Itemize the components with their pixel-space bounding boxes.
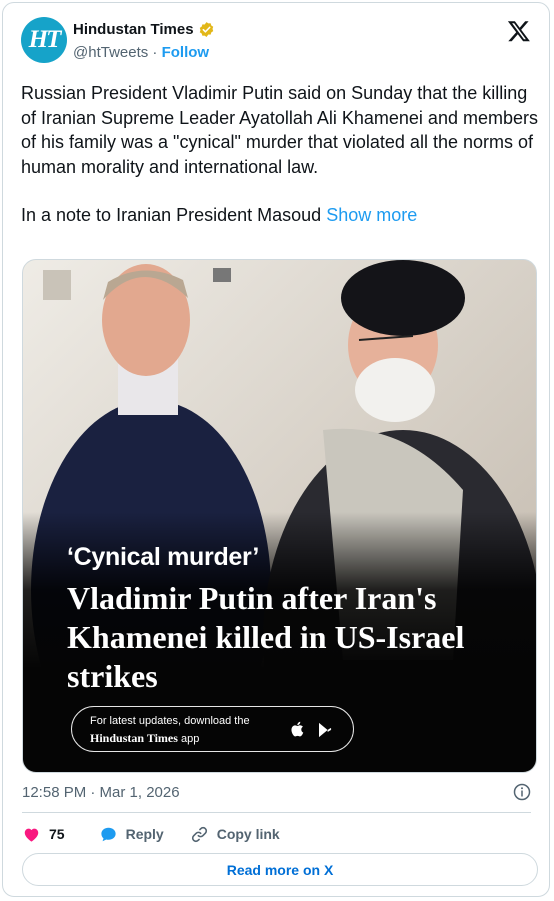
tweet-timestamp[interactable]: 12:58 PM · Mar 1, 2026 (22, 784, 180, 801)
like-button[interactable]: 75 (22, 825, 65, 844)
reply-button[interactable]: Reply (99, 825, 164, 844)
avatar-text: HT (28, 26, 62, 53)
like-count: 75 (49, 826, 65, 842)
divider (22, 812, 531, 813)
handle-row: @htTweets · Follow (73, 44, 209, 61)
show-more-link[interactable]: Show more (326, 205, 417, 225)
tweet-text: Russian President Vladimir Putin said on… (21, 81, 541, 228)
reply-label: Reply (125, 826, 164, 842)
media-kicker: ‘Cynical murder’ (67, 543, 260, 571)
read-more-button[interactable]: Read more on X (22, 853, 538, 886)
app-download-banner[interactable]: For latest updates, download the Hindust… (71, 706, 354, 752)
verified-badge-icon (199, 22, 213, 37)
tweet-paragraph: In a note to Iranian President Masoud Sh… (21, 203, 541, 228)
apple-icon[interactable] (289, 719, 307, 739)
separator: · (148, 44, 162, 61)
copy-link-button[interactable]: Copy link (190, 825, 280, 844)
promo-line-2: Hindustan Times app (90, 731, 199, 746)
tweet-media-image[interactable]: ‘Cynical murder’ Vladimir Putin after Ir… (22, 259, 537, 773)
handle[interactable]: @htTweets (73, 44, 148, 61)
copy-link-label: Copy link (216, 826, 280, 842)
info-icon[interactable] (513, 783, 531, 801)
promo-line: For latest updates, download the (90, 715, 250, 727)
speech-bubble-icon (100, 827, 116, 841)
promo-suffix: app (177, 733, 200, 745)
link-icon (191, 826, 207, 842)
heart-icon (24, 828, 39, 842)
media-headline: Vladimir Putin after Iran's Khamenei kil… (67, 580, 465, 694)
tweet-paragraph: Russian President Vladimir Putin said on… (21, 83, 538, 177)
action-bar: 75 Reply Copy link (22, 823, 306, 845)
play-store-icon[interactable] (316, 720, 334, 740)
account-name[interactable]: Hindustan Times (73, 21, 194, 38)
tweet-paragraph-text: In a note to Iranian President Masoud (21, 205, 327, 225)
x-logo-icon[interactable] (507, 19, 531, 43)
follow-button[interactable]: Follow (162, 44, 210, 61)
tweet-embed-card: HT Hindustan Times @htTweets · Follow Ru… (2, 2, 550, 897)
account-name-row[interactable]: Hindustan Times (73, 21, 215, 38)
avatar[interactable]: HT (21, 17, 67, 63)
promo-brand: Hindustan Times (90, 731, 178, 745)
